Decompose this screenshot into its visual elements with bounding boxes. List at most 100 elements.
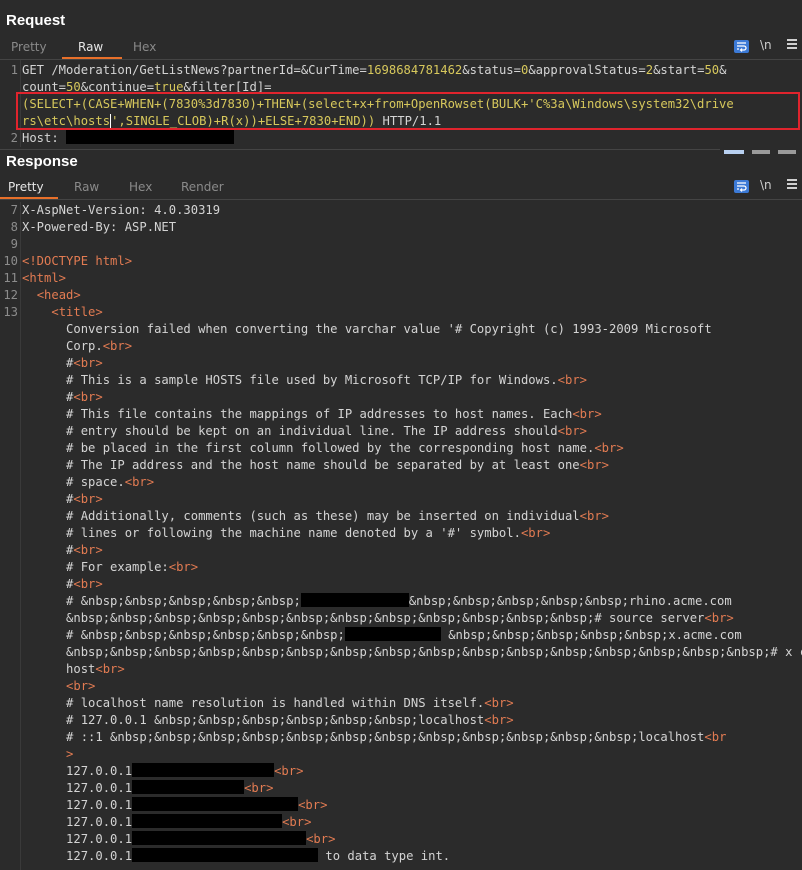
code-text: # localhost name resolution is handled w…	[22, 695, 514, 712]
request-tab-pretty[interactable]: Pretty	[11, 40, 47, 54]
text-token: # 127.0.0.1 &nbsp;&nbsp;&nbsp;&nbsp;&nbs…	[22, 713, 485, 727]
code-text: # be placed in the first column followed…	[22, 440, 624, 457]
response-tab-pretty[interactable]: Pretty	[8, 180, 44, 194]
request-tab-hex[interactable]: Hex	[133, 40, 156, 54]
param-value-token: 1698684781462	[366, 63, 463, 77]
html-tag-token: <br>	[282, 815, 312, 829]
text-token: #	[22, 356, 74, 370]
code-line: 127.0.0.1 <br>	[0, 780, 802, 797]
response-show-newlines-button[interactable]: \n	[760, 178, 772, 192]
code-line: 127.0.0.1 to data type int.	[0, 848, 802, 865]
response-tab-raw[interactable]: Raw	[74, 180, 99, 194]
text-token: &start=	[653, 63, 705, 77]
code-line: 127.0.0.1 <br>	[0, 831, 802, 848]
response-tab-render[interactable]: Render	[181, 180, 224, 194]
text-token: # For example:	[22, 560, 169, 574]
response-tab-strip-line	[0, 199, 802, 200]
text-token: # &nbsp;&nbsp;&nbsp;&nbsp;&nbsp;	[22, 594, 301, 608]
html-tag-token: <br>	[594, 441, 624, 455]
code-line: 7 X-AspNet-Version: 4.0.30319	[0, 202, 802, 219]
html-tag-token: <br>	[73, 390, 103, 404]
code-text: GET /Moderation/GetListNews?partnerId=&C…	[22, 62, 726, 79]
code-line: # The IP address and the host name shoul…	[0, 457, 802, 474]
html-tag-token: <br>	[484, 713, 514, 727]
redacted-block	[132, 797, 299, 811]
pane-divider[interactable]	[0, 149, 720, 150]
code-text: # 127.0.0.1 &nbsp;&nbsp;&nbsp;&nbsp;&nbs…	[22, 712, 514, 729]
code-text: 127.0.0.1 <br>	[22, 831, 335, 848]
code-text: #<br>	[22, 491, 103, 508]
redacted-block	[300, 593, 409, 607]
code-text: # Additionally, comments (such as these)…	[22, 508, 609, 525]
code-line: # Additionally, comments (such as these)…	[0, 508, 802, 525]
code-text: # This file contains the mappings of IP …	[22, 406, 602, 423]
response-editor[interactable]: 7 X-AspNet-Version: 4.0.30319 8 X-Powered-B…	[0, 202, 802, 870]
html-tag-token: <br>	[73, 577, 103, 591]
code-line: # be placed in the first column followed…	[0, 440, 802, 457]
html-tag-token: <br>	[579, 509, 610, 523]
text-token: # space.	[22, 475, 125, 489]
redacted-block	[132, 780, 245, 794]
response-menu-icon[interactable]	[787, 179, 797, 191]
code-line: #<br>	[0, 389, 802, 406]
html-tag-token: <br>	[102, 339, 133, 353]
request-tab-raw[interactable]: Raw	[78, 40, 103, 54]
text-token: &	[719, 63, 727, 77]
text-token: host	[22, 662, 96, 676]
text-token: &nbsp;&nbsp;&nbsp;&nbsp;&nbsp;x.acme.com	[440, 628, 742, 642]
code-line: # entry should be kept on an individual …	[0, 423, 802, 440]
html-tag-token: <br	[704, 730, 727, 744]
code-text: <!DOCTYPE html>	[22, 253, 132, 270]
redacted-block	[344, 627, 441, 641]
text-token: 127.0.0.1	[22, 815, 133, 829]
html-tag-token: <br>	[484, 696, 514, 710]
code-line: 1 GET /Moderation/GetListNews?partnerId=&…	[0, 62, 802, 79]
response-tab-bar: Pretty Raw Hex Render \n	[0, 177, 802, 199]
text-token: &nbsp;&nbsp;&nbsp;&nbsp;&nbsp;&nbsp;&nbs…	[22, 611, 705, 625]
code-line: # localhost name resolution is handled w…	[0, 695, 802, 712]
text-token: GET /Moderation/GetListNews?partnerId=&C…	[22, 63, 367, 77]
html-tag-token: <br>	[557, 424, 587, 438]
code-line: Corp.<br>	[0, 338, 802, 355]
text-token: #	[22, 390, 74, 404]
redacted-block	[66, 130, 235, 144]
text-token: #	[22, 543, 74, 557]
line-number: 9	[10, 237, 18, 251]
code-text: <html>	[22, 270, 66, 287]
code-line: &nbsp;&nbsp;&nbsp;&nbsp;&nbsp;&nbsp;&nbs…	[0, 644, 802, 661]
request-title: Request	[6, 12, 66, 29]
line-number: 8	[10, 220, 18, 234]
line-number: 2	[10, 131, 18, 145]
text-token: &status=	[462, 63, 521, 77]
code-line: 11 <html>	[0, 270, 802, 287]
code-text: #<br>	[22, 576, 103, 593]
line-number: 12	[3, 288, 18, 302]
line-number: 1	[10, 63, 18, 77]
injection-highlight-box	[16, 92, 800, 130]
html-tag-token: <br>	[66, 679, 96, 693]
request-menu-icon[interactable]	[787, 39, 797, 51]
request-toolbar: \n	[732, 37, 802, 59]
code-text: Corp.<br>	[22, 338, 132, 355]
code-text: # lines or following the machine name de…	[22, 525, 550, 542]
code-line: # This file contains the mappings of IP …	[0, 406, 802, 423]
request-show-newlines-button[interactable]: \n	[760, 38, 772, 52]
text-token: # be placed in the first column followed…	[22, 441, 595, 455]
param-value-token: 50	[704, 63, 720, 77]
code-text: <br>	[22, 678, 95, 695]
request-wrap-lines-button[interactable]	[734, 40, 749, 53]
response-wrap-lines-button[interactable]	[734, 180, 749, 193]
code-text: <head>	[22, 287, 81, 304]
layout-toggle-bar[interactable]	[720, 147, 802, 155]
text-token: # The IP address and the host name shoul…	[22, 458, 580, 472]
html-tag-token: <br>	[306, 832, 336, 846]
html-tag-token: <html>	[22, 271, 67, 285]
code-text: # For example:<br>	[22, 559, 198, 576]
text-token: X-AspNet-Version: 4.0.30319	[22, 203, 221, 217]
text-token: Corp.	[22, 339, 103, 353]
response-tab-hex[interactable]: Hex	[129, 180, 152, 194]
text-token: #	[22, 492, 74, 506]
code-text: X-Powered-By: ASP.NET	[22, 219, 176, 236]
html-tag-token: <br>	[557, 373, 587, 387]
code-text: #<br>	[22, 355, 103, 372]
